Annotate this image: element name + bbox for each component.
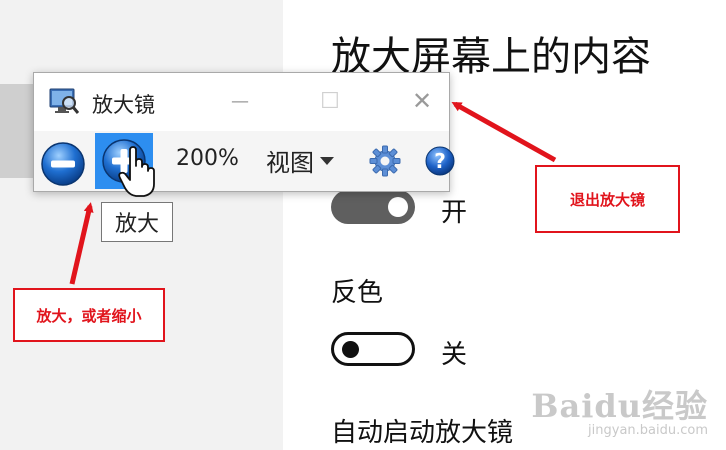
- magnifier-toolbar: 200% 视图 ?: [34, 131, 455, 191]
- view-menu-button[interactable]: 视图: [266, 143, 334, 178]
- magnifier-title: 放大镜: [92, 93, 155, 117]
- toggle-knob: [388, 197, 408, 217]
- toggle-knob: [342, 341, 359, 358]
- zoom-level: 200%: [176, 146, 239, 171]
- minus-icon: [51, 160, 75, 168]
- nav-selected-indicator: [0, 84, 36, 178]
- help-icon: ?: [434, 149, 446, 173]
- zoom-annotation-box: 放大，或者缩小: [13, 288, 165, 342]
- magnifier-toggle[interactable]: [331, 190, 415, 224]
- magnifier-toggle-state: 开: [441, 198, 468, 228]
- caret-down-icon: [320, 156, 334, 165]
- magnifier-window: 放大镜 — ☐ ✕ 200% 视图 ?: [33, 72, 455, 192]
- watermark-main: Baidu经验: [531, 387, 708, 425]
- maximize-button[interactable]: ☐: [310, 83, 350, 119]
- view-menu-label: 视图: [266, 149, 314, 177]
- help-button[interactable]: ?: [424, 145, 456, 177]
- invert-colors-state: 关: [441, 340, 468, 370]
- settings-gear-button[interactable]: [368, 144, 402, 178]
- close-icon: ✕: [411, 87, 433, 115]
- minimize-icon: —: [231, 90, 249, 112]
- invert-colors-toggle[interactable]: [331, 332, 415, 366]
- magnifier-app-icon: [49, 88, 79, 114]
- auto-start-label: 自动启动放大镜: [331, 418, 514, 448]
- exit-annotation-box: 退出放大镜: [535, 165, 680, 233]
- watermark: Baidu经验 jingyan.baidu.com: [531, 381, 708, 438]
- maximize-icon: ☐: [320, 88, 340, 114]
- minimize-button[interactable]: —: [220, 83, 260, 119]
- zoom-in-tooltip: 放大: [101, 202, 173, 242]
- invert-colors-label: 反色: [331, 278, 384, 308]
- hand-cursor-icon: [118, 146, 155, 197]
- magnifier-titlebar[interactable]: 放大镜 — ☐ ✕: [34, 73, 449, 131]
- zoom-out-button[interactable]: [40, 141, 86, 187]
- close-button[interactable]: ✕: [402, 83, 442, 119]
